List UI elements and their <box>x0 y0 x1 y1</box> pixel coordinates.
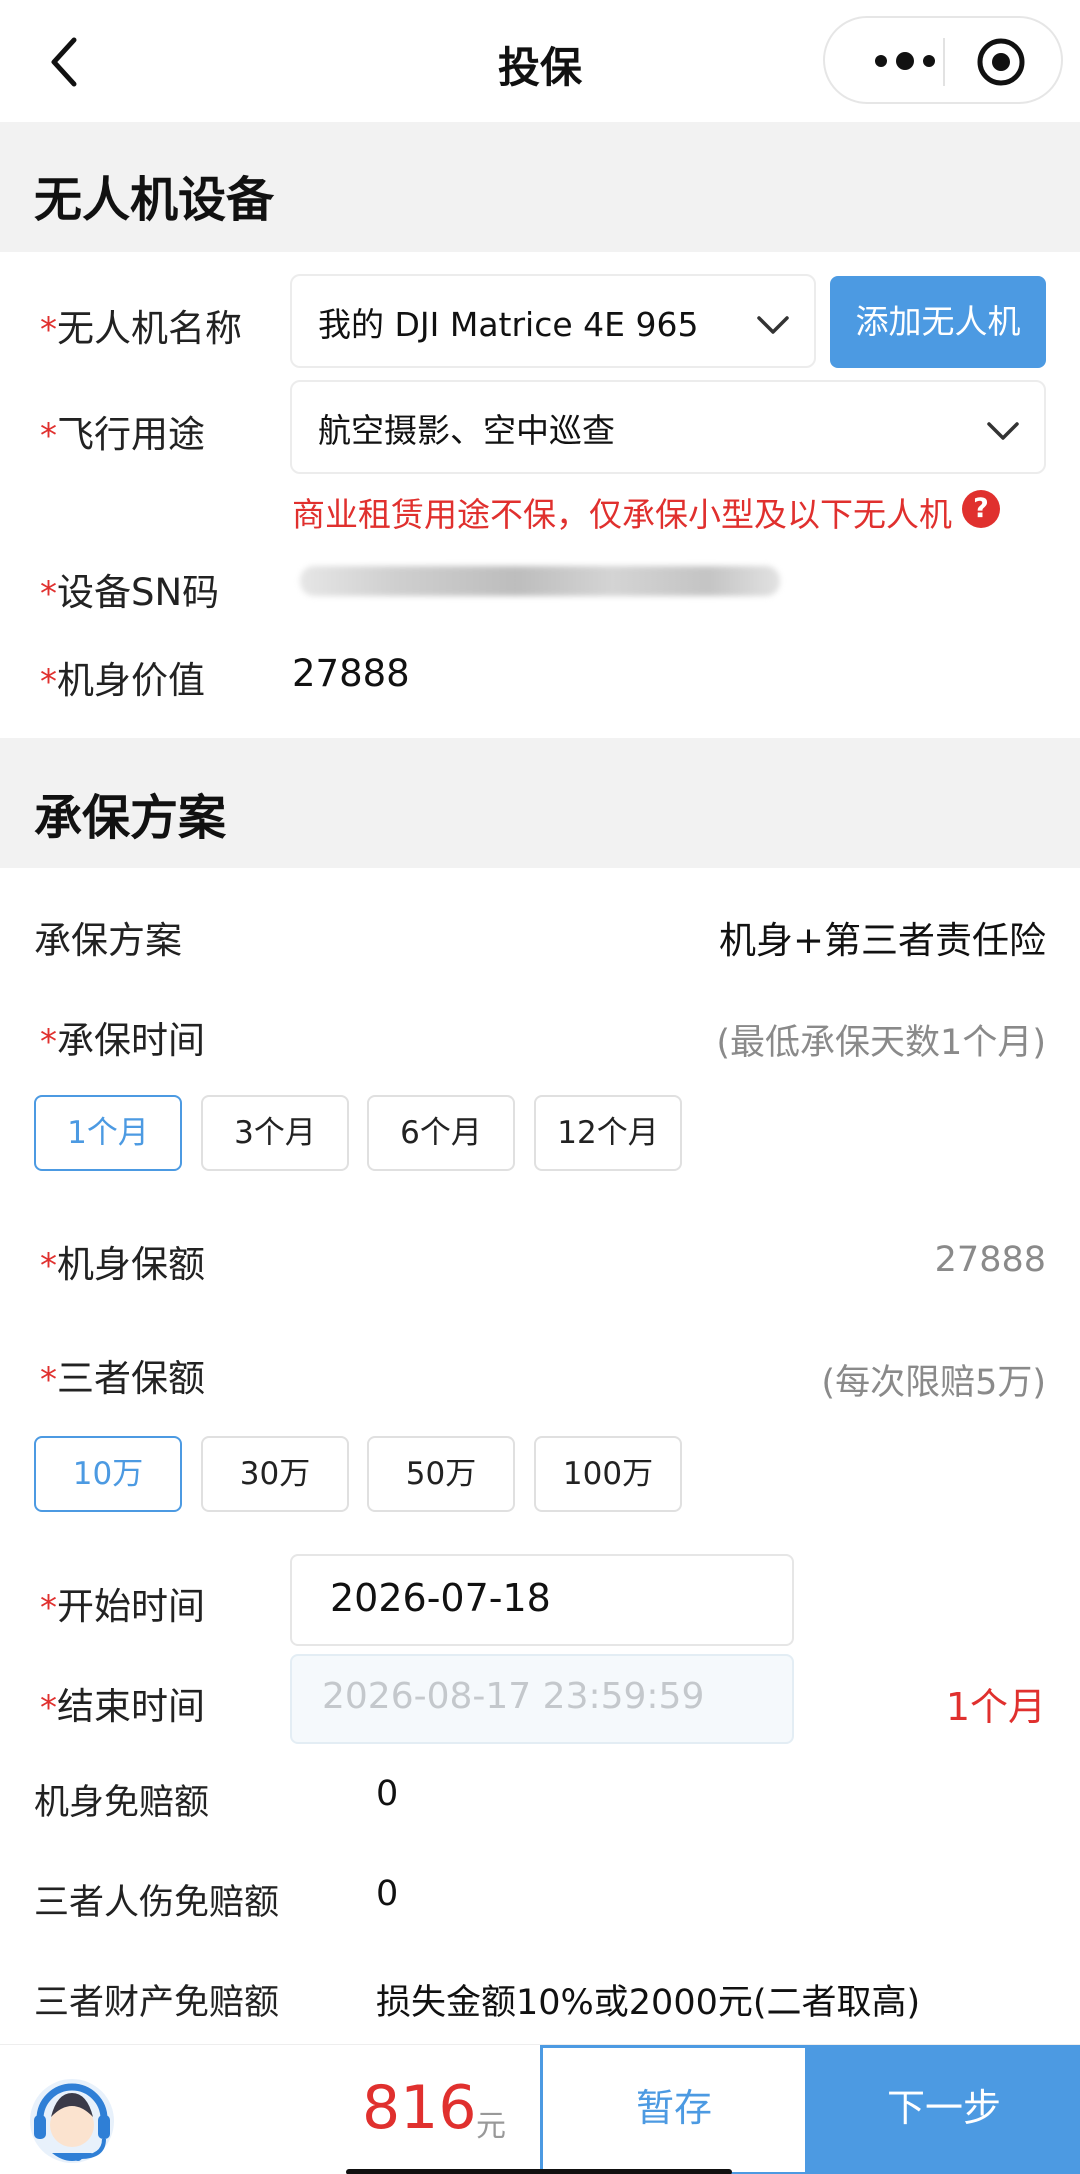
plan-section-title: 承保方案 <box>34 790 227 846</box>
chevron-down-icon <box>757 316 789 334</box>
hull-value-label: *机身价值 <box>40 659 205 702</box>
third-party-option-10w[interactable]: 10万 <box>34 1436 182 1512</box>
help-icon[interactable]: ? <box>962 490 1000 528</box>
plan-section-header: 承保方案 <box>0 738 1080 868</box>
flight-purpose-label: *飞行用途 <box>40 413 205 456</box>
hull-value: 27888 <box>292 652 410 695</box>
next-step-button[interactable]: 下一步 <box>808 2045 1080 2174</box>
add-drone-button[interactable]: 添加无人机 <box>830 276 1046 368</box>
mini-program-capsule <box>823 16 1063 104</box>
bottom-action-bar: 816 元 暂存 下一步 <box>0 2044 1080 2174</box>
third-party-option-100w[interactable]: 100万 <box>534 1436 682 1512</box>
third-party-coverage-label: *三者保额 <box>40 1357 205 1400</box>
customer-service-icon[interactable] <box>22 2065 122 2169</box>
property-deductible-value: 损失金额10%或2000元(二者取高) <box>376 1983 921 2023</box>
period-label: *承保时间 <box>40 1019 205 1062</box>
plan-label: 承保方案 <box>34 919 182 962</box>
total-price: 816 <box>362 2073 477 2143</box>
more-icon[interactable] <box>865 46 945 76</box>
hull-deductible-label: 机身免赔额 <box>34 1783 210 1823</box>
home-indicator <box>346 2169 732 2174</box>
flight-purpose-value: 航空摄影、空中巡查 <box>318 411 615 450</box>
injury-deductible-label: 三者人伤免赔额 <box>34 1883 280 1923</box>
third-party-option-30w[interactable]: 30万 <box>201 1436 349 1512</box>
end-time-label: *结束时间 <box>40 1685 205 1728</box>
drone-name-select[interactable]: 我的 DJI Matrice 4E 965 <box>290 274 816 368</box>
chevron-down-icon <box>987 422 1019 440</box>
period-option-12m[interactable]: 12个月 <box>534 1095 682 1171</box>
injury-deductible-value: 0 <box>376 1874 399 1914</box>
period-option-6m[interactable]: 6个月 <box>367 1095 515 1171</box>
start-time-value: 2026-07-18 <box>330 1576 551 1620</box>
nav-bar: 投保 <box>0 0 1080 122</box>
drone-name-label: *无人机名称 <box>40 307 242 350</box>
start-time-input[interactable]: 2026-07-18 <box>290 1554 794 1646</box>
device-section-title: 无人机设备 <box>34 172 275 228</box>
save-draft-button[interactable]: 暂存 <box>540 2045 808 2174</box>
purpose-warning-text: 商业租赁用途不保，仅承保小型及以下无人机 <box>292 495 952 534</box>
period-hint: (最低承保天数1个月) <box>716 1023 1046 1063</box>
capsule-divider <box>943 38 945 86</box>
device-section-header: 无人机设备 <box>0 122 1080 252</box>
plan-value: 机身+第三者责任险 <box>718 919 1046 962</box>
price-unit: 元 <box>476 2109 506 2144</box>
duration-text: 1个月 <box>945 1685 1046 1729</box>
flight-purpose-select[interactable]: 航空摄影、空中巡查 <box>290 380 1046 474</box>
hull-deductible-value: 0 <box>376 1774 399 1814</box>
hull-coverage-value: 27888 <box>934 1240 1046 1280</box>
period-option-3m[interactable]: 3个月 <box>201 1095 349 1171</box>
third-party-option-50w[interactable]: 50万 <box>367 1436 515 1512</box>
start-time-label: *开始时间 <box>40 1585 205 1628</box>
sn-code-value-blurred <box>300 566 780 596</box>
third-party-coverage-hint: (每次限赔5万) <box>821 1363 1046 1403</box>
end-time-value: 2026-08-17 23:59:59 <box>322 1676 705 1717</box>
end-time-input: 2026-08-17 23:59:59 <box>290 1654 794 1744</box>
hull-coverage-label: *机身保额 <box>40 1243 205 1286</box>
drone-name-value: 我的 DJI Matrice 4E 965 <box>318 305 699 344</box>
close-miniprogram-icon[interactable] <box>975 36 1027 88</box>
property-deductible-label: 三者财产免赔额 <box>34 1983 280 2023</box>
sn-code-label: *设备SN码 <box>40 571 220 614</box>
period-option-1m[interactable]: 1个月 <box>34 1095 182 1171</box>
